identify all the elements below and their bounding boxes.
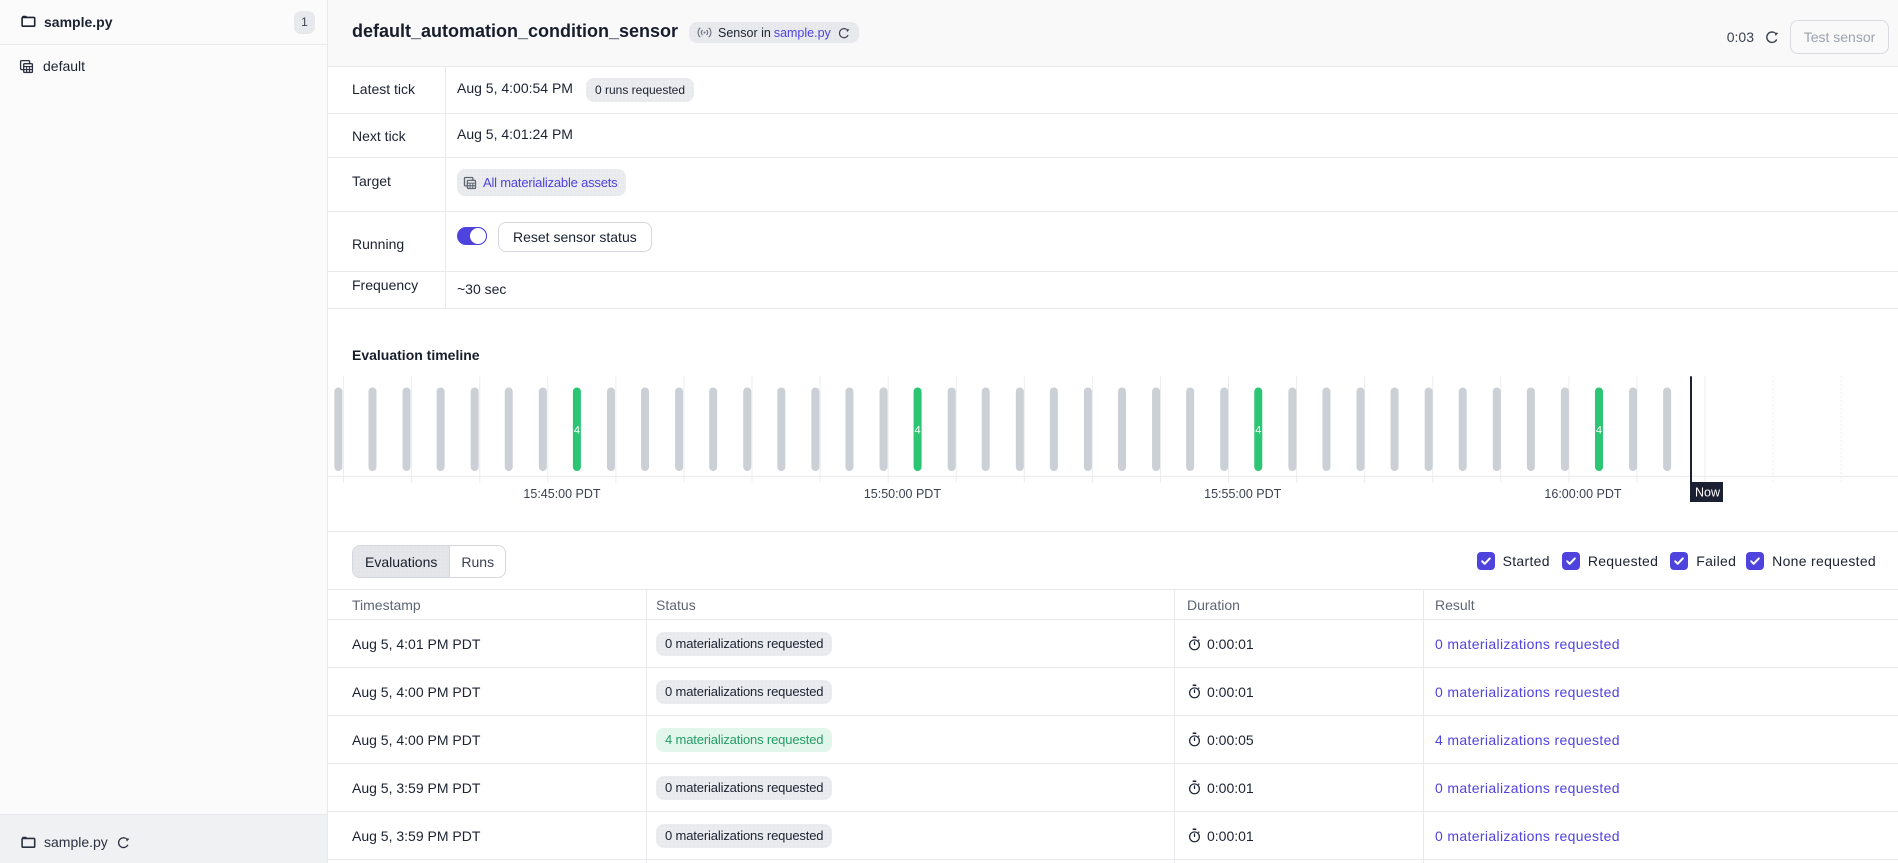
svg-text:16:00:00 PDT: 16:00:00 PDT: [1544, 487, 1621, 501]
svg-text:4: 4: [1255, 424, 1261, 436]
svg-text:4: 4: [1596, 424, 1602, 436]
svg-text:15:55:00 PDT: 15:55:00 PDT: [1204, 487, 1281, 501]
svg-text:4: 4: [574, 424, 580, 436]
svg-text:Now: Now: [1695, 486, 1721, 500]
svg-text:15:45:00 PDT: 15:45:00 PDT: [523, 487, 600, 501]
svg-text:4: 4: [915, 424, 921, 436]
svg-text:15:50:00 PDT: 15:50:00 PDT: [864, 487, 941, 501]
